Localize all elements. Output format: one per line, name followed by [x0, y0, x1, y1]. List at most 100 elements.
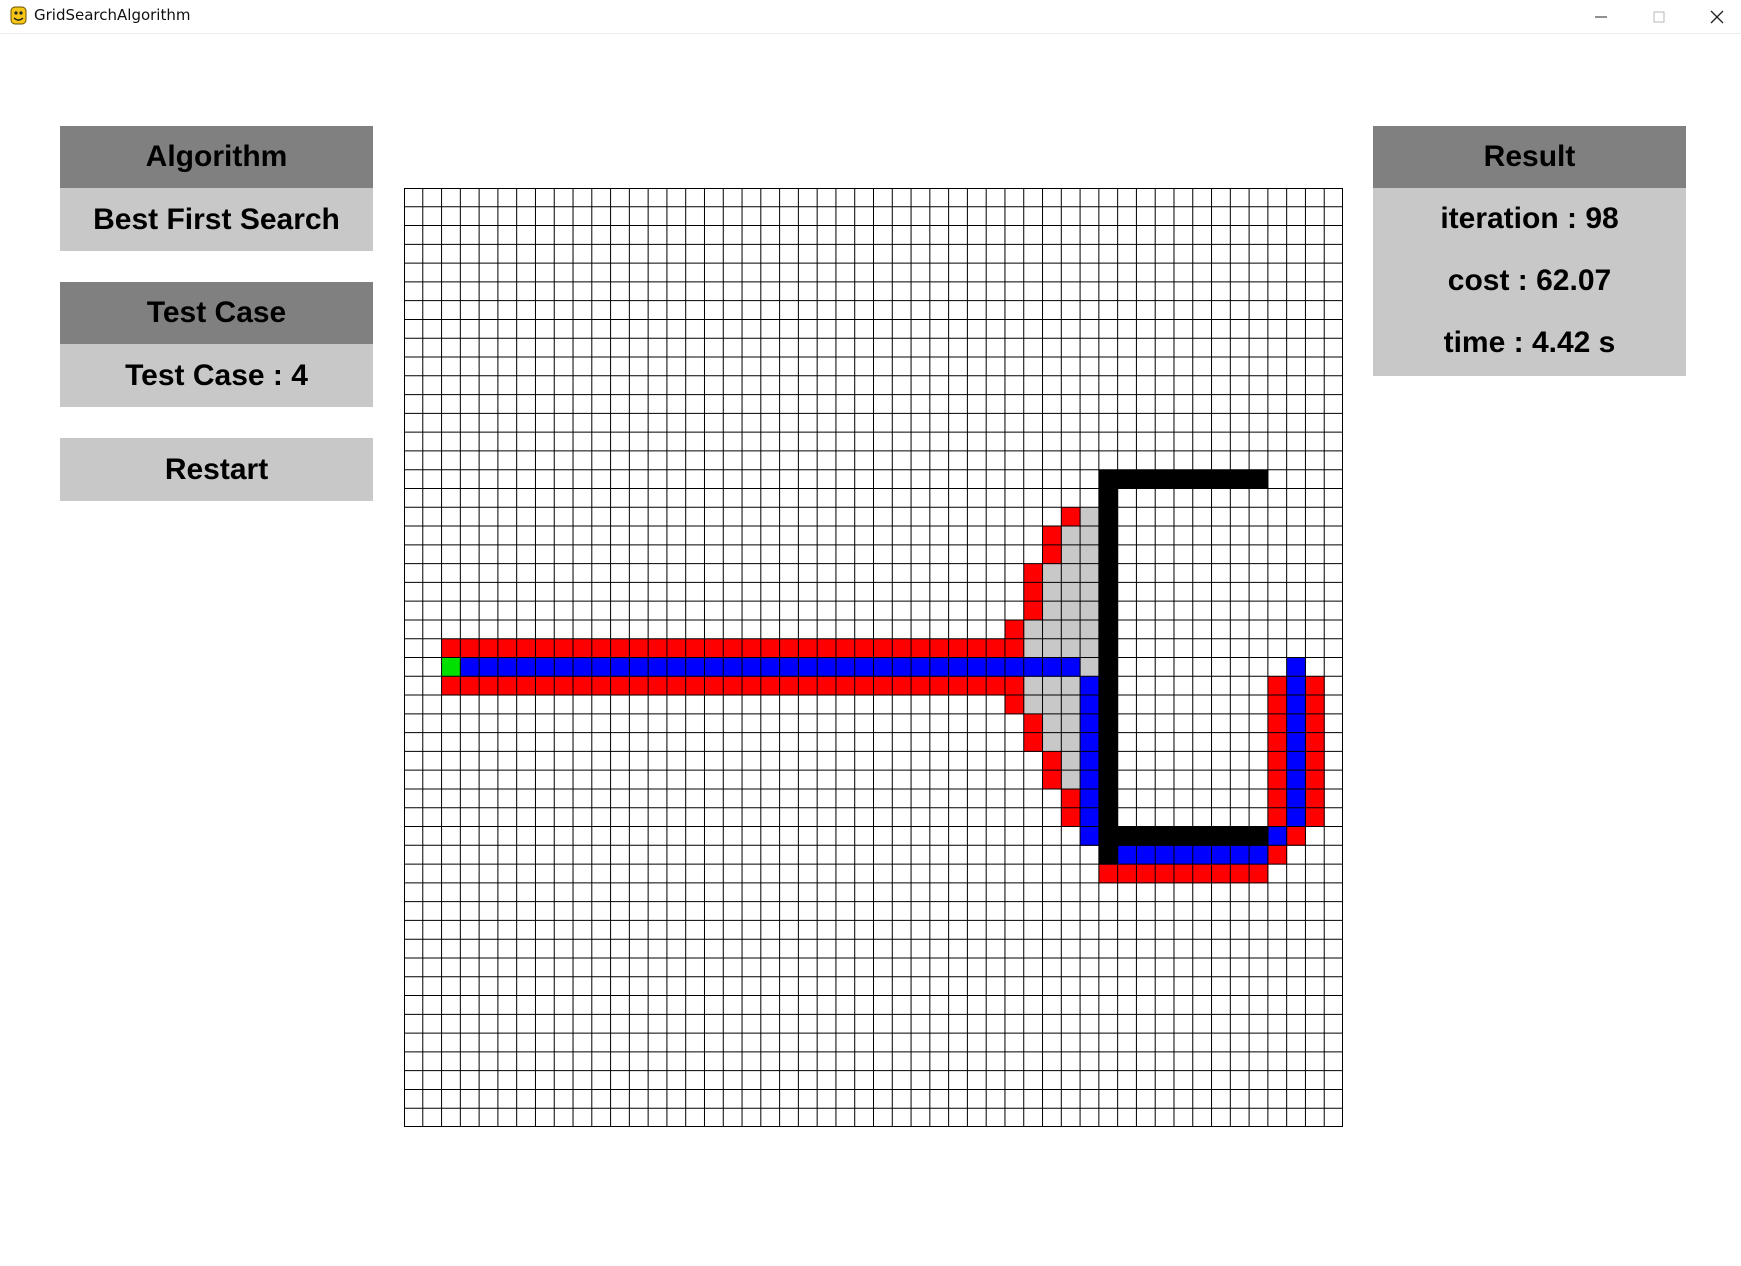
frontier-cell[interactable]: [1267, 845, 1288, 865]
path-cell[interactable]: [1286, 713, 1306, 734]
wall-cell[interactable]: [1098, 770, 1119, 790]
frontier-cell[interactable]: [1061, 788, 1081, 809]
frontier-cell[interactable]: [929, 676, 950, 696]
wall-cell[interactable]: [1249, 469, 1269, 489]
frontier-cell[interactable]: [1023, 563, 1044, 583]
frontier-cell[interactable]: [1061, 807, 1081, 828]
frontier-cell[interactable]: [1023, 582, 1044, 602]
path-cell[interactable]: [892, 657, 912, 677]
wall-cell[interactable]: [1098, 713, 1119, 734]
frontier-cell[interactable]: [1173, 864, 1194, 884]
restart-button[interactable]: Restart: [60, 438, 373, 501]
frontier-cell[interactable]: [479, 638, 499, 658]
frontier-cell[interactable]: [1004, 695, 1025, 715]
frontier-cell[interactable]: [1042, 751, 1062, 771]
frontier-cell[interactable]: [497, 676, 518, 696]
frontier-cell[interactable]: [1004, 676, 1025, 696]
path-cell[interactable]: [1286, 732, 1306, 752]
wall-cell[interactable]: [1136, 469, 1156, 489]
path-cell[interactable]: [1080, 751, 1100, 771]
frontier-cell[interactable]: [1267, 807, 1288, 828]
frontier-cell[interactable]: [1004, 619, 1025, 640]
visited-cell[interactable]: [1042, 732, 1062, 752]
frontier-cell[interactable]: [1042, 770, 1062, 790]
visited-cell[interactable]: [1061, 695, 1081, 715]
visited-cell[interactable]: [1061, 770, 1081, 790]
wall-cell[interactable]: [1098, 676, 1119, 696]
visited-cell[interactable]: [1023, 695, 1044, 715]
wall-cell[interactable]: [1230, 826, 1250, 846]
visited-cell[interactable]: [1042, 676, 1062, 696]
frontier-cell[interactable]: [666, 676, 687, 696]
visited-cell[interactable]: [1080, 563, 1100, 583]
path-cell[interactable]: [911, 657, 931, 677]
frontier-cell[interactable]: [742, 676, 762, 696]
path-cell[interactable]: [1267, 826, 1288, 846]
frontier-cell[interactable]: [479, 676, 499, 696]
visited-cell[interactable]: [1042, 601, 1062, 621]
visited-cell[interactable]: [1061, 732, 1081, 752]
path-cell[interactable]: [1080, 676, 1100, 696]
visited-cell[interactable]: [1042, 713, 1062, 734]
wall-cell[interactable]: [1098, 601, 1119, 621]
algorithm-value[interactable]: Best First Search: [60, 188, 373, 251]
visited-cell[interactable]: [1023, 619, 1044, 640]
frontier-cell[interactable]: [1267, 695, 1288, 715]
path-cell[interactable]: [1286, 770, 1306, 790]
path-cell[interactable]: [1173, 845, 1194, 865]
frontier-cell[interactable]: [742, 638, 762, 658]
frontier-cell[interactable]: [1267, 713, 1288, 734]
frontier-cell[interactable]: [986, 676, 1006, 696]
frontier-cell[interactable]: [1267, 732, 1288, 752]
wall-cell[interactable]: [1098, 526, 1119, 546]
path-cell[interactable]: [1286, 788, 1306, 809]
frontier-cell[interactable]: [1267, 676, 1288, 696]
frontier-cell[interactable]: [873, 676, 893, 696]
path-cell[interactable]: [873, 657, 893, 677]
frontier-cell[interactable]: [1098, 864, 1119, 884]
frontier-cell[interactable]: [1305, 770, 1325, 790]
frontier-cell[interactable]: [1155, 864, 1175, 884]
frontier-cell[interactable]: [1061, 507, 1081, 527]
minimize-button[interactable]: [1572, 0, 1630, 33]
visited-cell[interactable]: [1061, 526, 1081, 546]
frontier-cell[interactable]: [685, 676, 705, 696]
testcase-value[interactable]: Test Case : 4: [60, 344, 373, 407]
wall-cell[interactable]: [1155, 826, 1175, 846]
close-button[interactable]: [1688, 0, 1741, 33]
frontier-cell[interactable]: [1305, 732, 1325, 752]
path-cell[interactable]: [854, 657, 874, 677]
frontier-cell[interactable]: [967, 676, 987, 696]
frontier-cell[interactable]: [798, 676, 818, 696]
wall-cell[interactable]: [1192, 469, 1213, 489]
maximize-button[interactable]: [1630, 0, 1688, 33]
frontier-cell[interactable]: [591, 638, 612, 658]
visited-cell[interactable]: [1061, 676, 1081, 696]
path-cell[interactable]: [516, 657, 536, 677]
frontier-cell[interactable]: [854, 676, 874, 696]
visited-cell[interactable]: [1080, 544, 1100, 565]
frontier-cell[interactable]: [967, 638, 987, 658]
wall-cell[interactable]: [1098, 563, 1119, 583]
frontier-cell[interactable]: [835, 638, 856, 658]
frontier-cell[interactable]: [573, 638, 593, 658]
wall-cell[interactable]: [1211, 469, 1231, 489]
path-cell[interactable]: [967, 657, 987, 677]
frontier-cell[interactable]: [779, 676, 799, 696]
visited-cell[interactable]: [1061, 638, 1081, 658]
path-cell[interactable]: [685, 657, 705, 677]
path-cell[interactable]: [1192, 845, 1213, 865]
path-cell[interactable]: [1286, 657, 1306, 677]
search-grid[interactable]: [404, 188, 1343, 1127]
path-cell[interactable]: [929, 657, 950, 677]
frontier-cell[interactable]: [911, 676, 931, 696]
frontier-cell[interactable]: [948, 676, 968, 696]
visited-cell[interactable]: [1061, 582, 1081, 602]
path-cell[interactable]: [610, 657, 630, 677]
wall-cell[interactable]: [1098, 544, 1119, 565]
path-cell[interactable]: [1023, 657, 1044, 677]
frontier-cell[interactable]: [441, 638, 461, 658]
wall-cell[interactable]: [1098, 657, 1119, 677]
visited-cell[interactable]: [1080, 582, 1100, 602]
frontier-cell[interactable]: [1305, 807, 1325, 828]
